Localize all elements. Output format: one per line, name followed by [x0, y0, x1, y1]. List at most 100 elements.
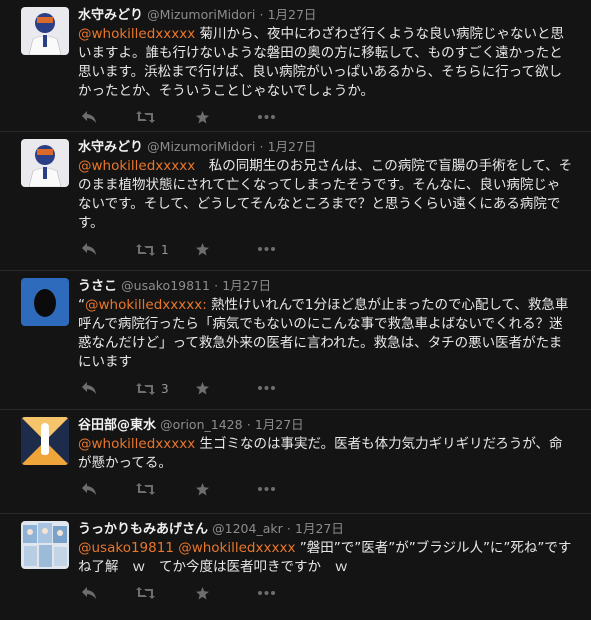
timeline: 水守みどり @MizumoriMidori · 1月27日 @whokilled… [0, 0, 591, 620]
reply-button[interactable] [82, 243, 96, 255]
retweet-icon [136, 383, 155, 395]
display-name[interactable]: 水守みどり [78, 8, 143, 23]
anime-avatar-icon [21, 521, 69, 569]
mention-link[interactable]: @usako19811 [78, 540, 174, 556]
egg-avatar-icon [21, 278, 69, 326]
favorite-button[interactable] [196, 243, 209, 256]
favorite-button[interactable] [196, 587, 209, 600]
reply-button[interactable] [82, 587, 96, 599]
mention-link[interactable]: @whokilledxxxxx [78, 158, 195, 174]
more-icon [258, 591, 275, 595]
mention-link[interactable]: @whokilledxxxxx: [85, 297, 207, 313]
retweet-icon [136, 244, 155, 256]
more-button[interactable] [258, 591, 275, 595]
avatar[interactable] [21, 278, 69, 326]
retweet-button[interactable] [136, 483, 161, 495]
star-icon [196, 111, 209, 124]
more-icon [258, 386, 275, 390]
more-button[interactable] [258, 487, 275, 491]
separator: · [259, 7, 264, 22]
timestamp[interactable]: 1月27日 [268, 7, 317, 22]
retweet-icon [136, 111, 155, 123]
more-icon [258, 247, 275, 251]
handle[interactable]: @MizumoriMidori [147, 139, 255, 154]
favorite-button[interactable] [196, 111, 209, 124]
avatar[interactable] [21, 139, 69, 187]
orion-avatar-icon [21, 417, 69, 465]
star-icon [196, 243, 209, 256]
reply-icon [82, 243, 96, 255]
handle[interactable]: @orion_1428 [160, 417, 242, 432]
tweet-text: @usako19811 @whokilledxxxxx ”磐田”で”医者”が”ブ… [78, 539, 581, 577]
retweet-button[interactable]: 3 [136, 382, 169, 396]
tweet[interactable]: うさこ @usako19811 · 1月27日 “@whokilledxxxxx… [0, 271, 591, 410]
handle[interactable]: @usako19811 [121, 278, 210, 293]
more-button[interactable] [258, 115, 275, 119]
timestamp[interactable]: 1月27日 [222, 278, 271, 293]
star-icon [196, 483, 209, 496]
tweet-actions [78, 107, 581, 133]
avatar[interactable] [21, 521, 69, 569]
tweet-header: 水守みどり @MizumoriMidori · 1月27日 [78, 6, 581, 25]
star-icon [196, 587, 209, 600]
separator: · [286, 521, 291, 536]
star-icon [196, 382, 209, 395]
favorite-button[interactable] [196, 382, 209, 395]
tweet-text: “@whokilledxxxxx: 熱性けいれんで1分ほど息が止まったので心配し… [78, 296, 581, 372]
tweet-actions [78, 479, 581, 505]
more-button[interactable] [258, 247, 275, 251]
display-name[interactable]: うっかりもみあげさん [78, 522, 208, 537]
more-button[interactable] [258, 386, 275, 390]
handle[interactable]: @MizumoriMidori [147, 7, 255, 22]
tweet-header: うっかりもみあげさん @1204_akr · 1月27日 [78, 520, 581, 539]
tweet-text: @whokilledxxxxx 菊川から、夜中にわざわざ行くような良い病院じゃな… [78, 25, 581, 101]
tweet[interactable]: うっかりもみあげさん @1204_akr · 1月27日 @usako19811… [0, 514, 591, 620]
retweet-icon [136, 587, 155, 599]
timestamp[interactable]: 1月27日 [268, 139, 317, 154]
tweet-header: うさこ @usako19811 · 1月27日 [78, 277, 581, 296]
more-icon [258, 487, 275, 491]
avatar[interactable] [21, 417, 69, 465]
tweet[interactable]: 水守みどり @MizumoriMidori · 1月27日 @whokilled… [0, 132, 591, 271]
mention-link[interactable]: @whokilledxxxxx [78, 436, 195, 452]
separator: · [259, 139, 264, 154]
reply-button[interactable] [82, 111, 96, 123]
tweet[interactable]: 水守みどり @MizumoriMidori · 1月27日 @whokilled… [0, 0, 591, 132]
tweet-header: 谷田部@東水 @orion_1428 · 1月27日 [78, 416, 581, 435]
retweet-count: 1 [161, 243, 169, 257]
retweet-button[interactable]: 1 [136, 243, 169, 257]
more-icon [258, 115, 275, 119]
reply-icon [82, 483, 96, 495]
mention-link[interactable]: @whokilledxxxxx [78, 26, 195, 42]
quote-mark: “ [78, 297, 85, 313]
tweet-header: 水守みどり @MizumoriMidori · 1月27日 [78, 138, 581, 157]
reply-button[interactable] [82, 483, 96, 495]
tweet-text: @whokilledxxxxx 生ゴミなのは事実だ。医者も体力気力ギリギリだろう… [78, 435, 581, 473]
retweet-icon [136, 483, 155, 495]
favorite-button[interactable] [196, 483, 209, 496]
timestamp[interactable]: 1月27日 [255, 417, 304, 432]
retweet-button[interactable] [136, 587, 161, 599]
separator: · [214, 278, 219, 293]
mention-link[interactable]: @whokilledxxxxx [178, 540, 295, 556]
handle[interactable]: @1204_akr [212, 521, 283, 536]
reply-icon [82, 587, 96, 599]
display-name[interactable]: 谷田部@東水 [78, 418, 156, 433]
retweet-count: 3 [161, 382, 169, 396]
tweet-actions: 1 [78, 239, 581, 265]
retweet-button[interactable] [136, 111, 161, 123]
display-name[interactable]: うさこ [78, 279, 117, 294]
avatar[interactable] [21, 7, 69, 55]
display-name[interactable]: 水守みどり [78, 140, 143, 155]
reply-button[interactable] [82, 382, 96, 394]
timestamp[interactable]: 1月27日 [295, 521, 344, 536]
reply-icon [82, 111, 96, 123]
tweet-text: @whokilledxxxxx 私の同期生のお兄さんは、この病院で盲腸の手術をし… [78, 157, 581, 233]
doctor-avatar-icon [21, 139, 69, 187]
separator: · [246, 417, 251, 432]
tweet-actions: 3 [78, 378, 581, 404]
tweet[interactable]: 谷田部@東水 @orion_1428 · 1月27日 @whokilledxxx… [0, 410, 591, 514]
tweet-actions [78, 583, 581, 609]
doctor-avatar-icon [21, 7, 69, 55]
reply-icon [82, 382, 96, 394]
